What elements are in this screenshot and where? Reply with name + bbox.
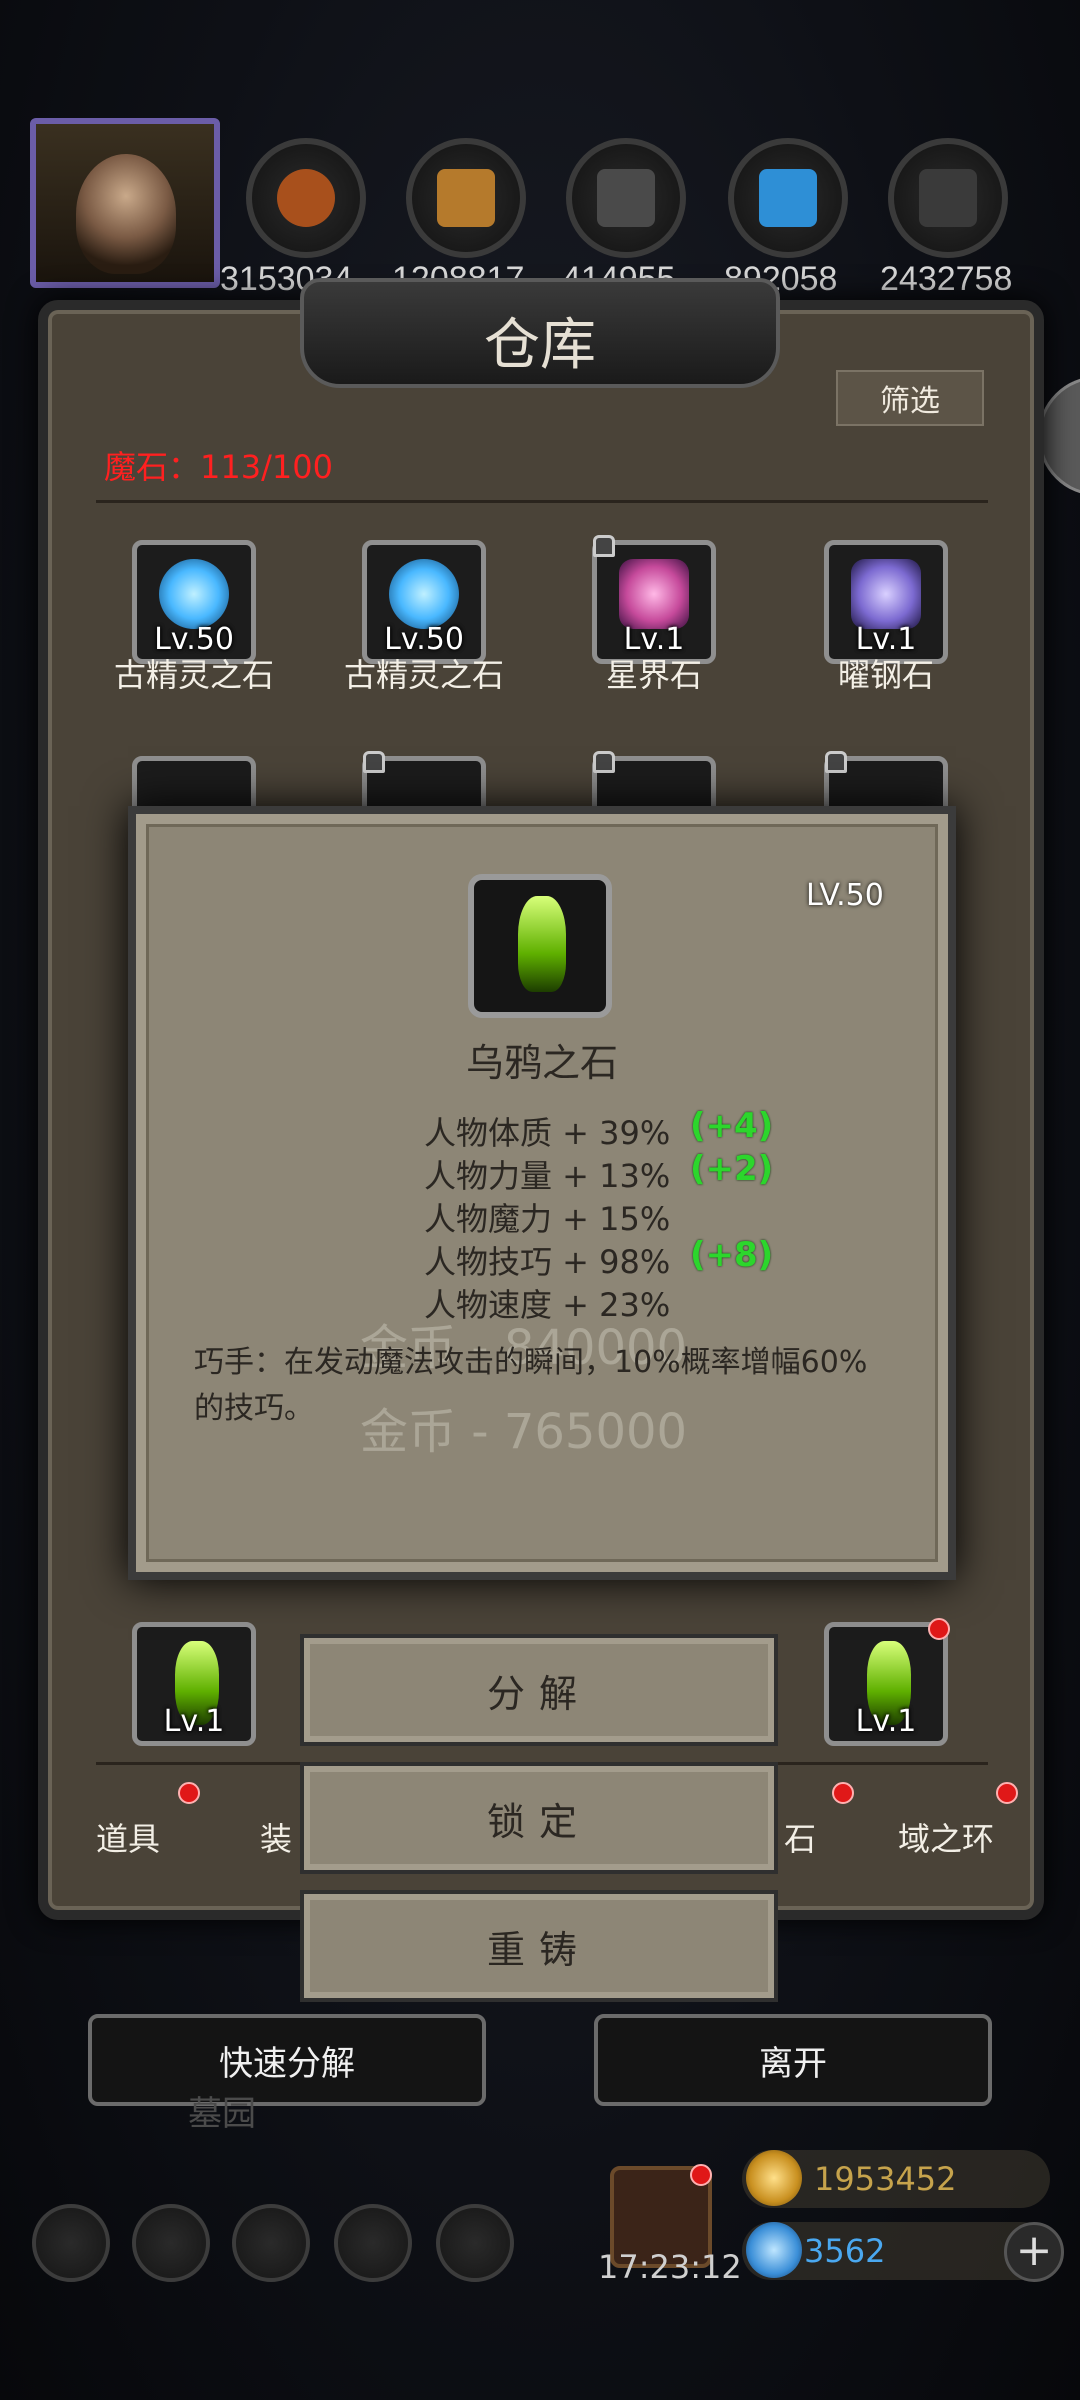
resource-slot-2[interactable] <box>406 138 526 258</box>
item-description: 巧手：在发动魔法攻击的瞬间，10%概率增幅60%的技巧。 <box>194 1345 868 1426</box>
guild-icon[interactable] <box>232 2204 310 2282</box>
tab-items-badge <box>178 1782 200 1804</box>
magic-stone-counter: 魔石：113/100 <box>104 448 333 486</box>
item-slot-10[interactable]: Lv.1 <box>824 1622 948 1746</box>
lock-icon <box>593 751 615 773</box>
resource-slot-5[interactable] <box>888 138 1008 258</box>
leave-button[interactable]: 离开 <box>594 2014 992 2106</box>
item-slot-9[interactable]: Lv.1 <box>132 1622 256 1746</box>
lock-icon <box>825 751 847 773</box>
blue-gem-icon <box>389 559 459 629</box>
tab-ring-badge <box>996 1782 1018 1804</box>
lock-icon <box>363 751 385 773</box>
stat-bonus: (+2) <box>690 1149 774 1189</box>
countdown-timer: 17:23:12 <box>598 2248 742 2286</box>
settings-icon[interactable] <box>32 2204 110 2282</box>
item-level: Lv.1 <box>855 1704 917 1739</box>
item-detail-name: 乌鸦之石 <box>465 1041 618 1085</box>
tab-equip[interactable]: 装 <box>260 1814 292 1860</box>
item-detail-level: LV.50 <box>806 878 884 913</box>
item-name: 古精灵之石 <box>343 656 504 694</box>
sausage-icon <box>277 169 335 227</box>
tab-ring[interactable]: 域之环 <box>898 1814 994 1860</box>
item-detail-icon <box>468 874 612 1018</box>
item-name: 曜钢石 <box>837 656 934 694</box>
stat-line: 人物体质 + 39% <box>424 1114 671 1152</box>
item-name: 星界石 <box>605 656 702 694</box>
wood-plank-icon <box>437 169 495 227</box>
tab-stone[interactable]: 石 <box>784 1814 816 1860</box>
steel-bar-icon <box>919 169 977 227</box>
lock-icon <box>593 535 615 557</box>
stat-line: 人物力量 + 13% <box>424 1157 671 1195</box>
iron-bar-icon <box>597 169 655 227</box>
gift-badge <box>690 2164 712 2186</box>
blue-gem-icon <box>159 559 229 629</box>
pink-crystal-icon <box>619 559 689 629</box>
item-level: Lv.1 <box>163 1704 225 1739</box>
green-crystal-icon <box>518 896 566 992</box>
gem-amount: 3562 <box>804 2232 886 2270</box>
tab-stone-badge <box>832 1782 854 1804</box>
resource-slot-1[interactable] <box>246 138 366 258</box>
resource-slot-3[interactable] <box>566 138 686 258</box>
stat-line: 人物魔力 + 15% <box>424 1200 671 1238</box>
panel-title: 仓库 <box>484 313 596 378</box>
blue-crystal-icon <box>759 169 817 227</box>
new-item-badge <box>928 1618 950 1640</box>
background-location-text: 墓园 <box>188 2094 256 2134</box>
purple-crystal-icon <box>851 559 921 629</box>
item-slot-3[interactable]: Lv.1 <box>592 535 716 664</box>
mail-icon[interactable] <box>334 2204 412 2282</box>
item-slot-2[interactable]: Lv.50 <box>362 540 486 664</box>
map-icon[interactable] <box>436 2204 514 2282</box>
quick-decompose-button[interactable]: 快速分解 <box>88 2014 486 2106</box>
item-slot-4[interactable]: Lv.1 <box>824 540 948 664</box>
resource-value-5: 2432758 <box>880 260 1013 298</box>
decompose-button[interactable]: 分解 <box>300 1634 778 1746</box>
filter-button[interactable]: 筛选 <box>836 370 984 426</box>
panel-divider <box>96 500 988 503</box>
add-currency-button[interactable]: + <box>1004 2222 1064 2282</box>
lock-button[interactable]: 锁定 <box>300 1762 778 1874</box>
player-avatar[interactable] <box>30 118 220 288</box>
stat-bonus: (+4) <box>690 1106 774 1146</box>
item-slot-1[interactable]: Lv.50 <box>132 540 256 664</box>
achievement-icon[interactable] <box>132 2204 210 2282</box>
item-name: 古精灵之石 <box>113 656 274 694</box>
blue-gem-currency-icon <box>746 2222 802 2278</box>
gold-amount: 1953452 <box>814 2160 957 2198</box>
stat-line: 人物技巧 + 98% <box>424 1243 671 1281</box>
portrait-face <box>76 154 176 274</box>
resource-slot-4[interactable] <box>728 138 848 258</box>
reforge-button[interactable]: 重铸 <box>300 1890 778 2002</box>
stat-bonus: (+8) <box>690 1235 774 1275</box>
gold-coin-icon <box>746 2150 802 2206</box>
tab-items[interactable]: 道具 <box>96 1814 160 1860</box>
